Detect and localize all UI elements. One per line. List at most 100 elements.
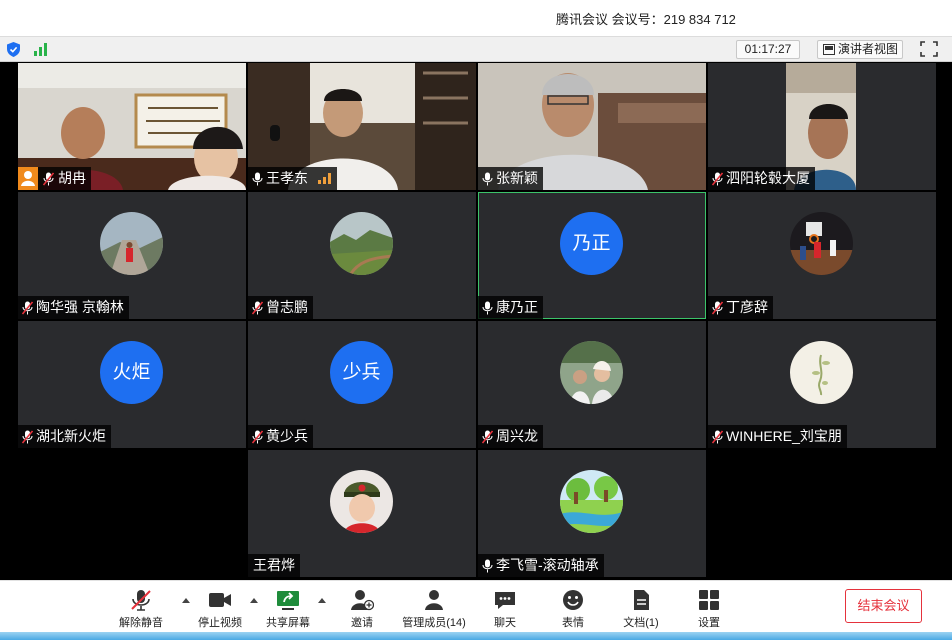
share-screen-label: 共享屏幕	[266, 617, 310, 629]
reactions-label: 表情	[562, 617, 584, 629]
participant-text-avatar: 火炬	[100, 341, 163, 404]
participant-tile[interactable]: 胡冉	[18, 63, 246, 190]
chat-bubble-icon	[495, 592, 515, 609]
participant-tile[interactable]: 泗阳轮毂大厦	[708, 63, 936, 190]
participant-name: 泗阳轮毂大厦	[726, 170, 810, 186]
participant-name-tag: 曾志鹏	[248, 296, 313, 319]
meeting-title: 腾讯会议 会议号：219 834 712	[556, 12, 736, 27]
documents-button[interactable]: 文档(1)	[605, 587, 677, 635]
invite-button[interactable]: 邀请	[326, 587, 398, 635]
participant-name-tag: 王君烨	[248, 554, 300, 577]
participant-tile[interactable]: 陶华强 京翰林	[18, 192, 246, 319]
meeting-toolbar: 解除静音 停止视频 共享屏幕 邀请 管理成员(14) 聊天 表情 文档(1) 设…	[0, 580, 952, 640]
participant-tile[interactable]: 丁彦辞	[708, 192, 936, 319]
video-grid: 胡冉 王孝东 张新颖 泗阳轮毂大厦 陶华强 京翰林 曾志鹏 乃正 康乃正 丁彦辞…	[0, 62, 952, 580]
muted-mic-icon	[131, 590, 151, 611]
participant-name: 胡冉	[58, 170, 86, 186]
share-screen-button[interactable]: 共享屏幕	[252, 587, 324, 635]
participant-name: 曾志鹏	[266, 299, 308, 315]
reactions-button[interactable]: 表情	[537, 587, 609, 635]
unmute-label: 解除静音	[119, 617, 163, 629]
participant-name-tag: 陶华强 京翰林	[18, 296, 129, 319]
settings-grid-icon	[699, 590, 719, 610]
stop-video-label: 停止视频	[198, 617, 242, 629]
participant-tile[interactable]: 李飞雪-滚动轴承	[478, 450, 706, 577]
taskbar-strip	[0, 632, 952, 640]
members-icon	[425, 590, 443, 610]
participant-name-tag: 湖北新火炬	[18, 425, 111, 448]
muted-mic-icon	[252, 430, 263, 444]
info-bar: 01:17:27 演讲者视图	[0, 36, 952, 62]
invite-label: 邀请	[351, 617, 373, 629]
participant-name: 湖北新火炬	[36, 428, 106, 444]
participant-name-tag: 泗阳轮毂大厦	[708, 167, 815, 190]
participant-name: 康乃正	[496, 299, 538, 315]
participant-tile-active-speaker[interactable]: 乃正 康乃正	[478, 192, 706, 319]
participant-name-tag: 胡冉	[18, 167, 91, 190]
muted-mic-icon	[252, 301, 263, 315]
participant-name: WINHERE_刘宝朋	[726, 428, 842, 444]
participant-tile[interactable]: 张新颖	[478, 63, 706, 190]
participant-avatar	[100, 212, 163, 275]
participant-name-tag: 王孝东	[248, 167, 337, 190]
participant-avatar	[790, 341, 853, 404]
participant-tile[interactable]: 王君烨	[248, 450, 476, 577]
unmute-button[interactable]: 解除静音	[105, 587, 177, 635]
participant-tile[interactable]: 少兵 黄少兵	[248, 321, 476, 448]
participant-avatar	[560, 341, 623, 404]
participant-name-tag: 李飞雪-滚动轴承	[478, 554, 604, 577]
video-camera-icon	[209, 593, 231, 607]
smiley-icon	[563, 590, 583, 610]
chat-button[interactable]: 聊天	[469, 587, 541, 635]
participant-name-tag: 周兴龙	[478, 425, 543, 448]
settings-button[interactable]: 设置	[673, 587, 745, 635]
document-icon	[634, 590, 649, 610]
muted-mic-icon	[22, 301, 33, 315]
meeting-timer: 01:17:27	[736, 40, 800, 59]
participant-name: 李飞雪-滚动轴承	[496, 557, 599, 573]
end-meeting-button[interactable]: 结束会议	[845, 589, 922, 623]
muted-mic-icon	[482, 430, 493, 444]
participant-tile[interactable]: 火炬 湖北新火炬	[18, 321, 246, 448]
participant-name: 王君烨	[253, 557, 295, 573]
speaker-view-label: 演讲者视图	[838, 42, 899, 56]
mic-icon	[482, 301, 493, 315]
host-icon	[18, 167, 38, 190]
speaking-volume-icon	[317, 173, 331, 184]
mic-icon	[482, 172, 493, 186]
fullscreen-icon[interactable]	[920, 41, 938, 57]
documents-label: 文档(1)	[623, 617, 659, 629]
network-signal-icon[interactable]	[33, 42, 49, 56]
participant-name: 王孝东	[266, 170, 308, 186]
participant-name-tag: 张新颖	[478, 167, 543, 190]
participant-name: 黄少兵	[266, 428, 308, 444]
speaker-view-icon	[823, 44, 835, 55]
title-bar: 腾讯会议 会议号：219 834 712	[0, 0, 952, 36]
participant-name: 周兴龙	[496, 428, 538, 444]
participant-name-tag: 康乃正	[478, 296, 543, 319]
participant-text-avatar: 少兵	[330, 341, 393, 404]
invite-person-icon	[351, 590, 374, 611]
participant-avatar	[790, 212, 853, 275]
muted-mic-icon	[22, 430, 33, 444]
settings-label: 设置	[698, 617, 720, 629]
share-screen-icon	[277, 591, 299, 610]
participant-tile[interactable]: WINHERE_刘宝朋	[708, 321, 936, 448]
participant-tile[interactable]: 曾志鹏	[248, 192, 476, 319]
speaker-view-button[interactable]: 演讲者视图	[817, 40, 903, 59]
participant-avatar	[330, 212, 393, 275]
manage-members-button[interactable]: 管理成员(14)	[396, 587, 472, 635]
muted-mic-icon	[712, 172, 723, 186]
participant-avatar	[330, 470, 393, 533]
participant-name: 张新颖	[496, 170, 538, 186]
security-shield-icon[interactable]	[7, 42, 20, 57]
chat-label: 聊天	[494, 617, 516, 629]
participant-text-avatar: 乃正	[560, 212, 623, 275]
participant-tile[interactable]: 周兴龙	[478, 321, 706, 448]
participant-name: 丁彦辞	[726, 299, 768, 315]
stop-video-button[interactable]: 停止视频	[184, 587, 256, 635]
participant-avatar	[560, 470, 623, 533]
participant-tile[interactable]: 王孝东	[248, 63, 476, 190]
muted-mic-icon	[712, 301, 723, 315]
participant-name-tag: 黄少兵	[248, 425, 313, 448]
